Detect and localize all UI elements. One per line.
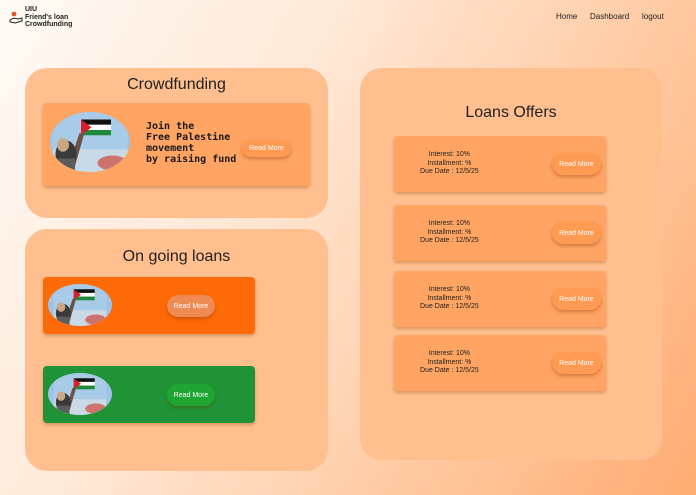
loan-image [48, 284, 112, 326]
loan-offer-card: Interest: 10% Installment: % Due Date : … [394, 205, 606, 261]
campaign-image [50, 112, 130, 172]
offer-interest: Interest: 10% [428, 286, 470, 293]
ongoing-loan-read-more-button[interactable]: Read More [167, 295, 215, 317]
crowdfunding-read-more-button[interactable]: Read More [242, 140, 291, 157]
offer-interest: Interest: 10% [428, 350, 470, 357]
logo-hand-icon [9, 11, 23, 24]
loan-offers-title: Loans Offers [465, 104, 557, 121]
offer-interest: Interest: 10% [428, 151, 470, 158]
ongoing-loans-title: On going loans [122, 248, 231, 265]
loan-offers-panel: Loans Offers Interest: 10% Installment: … [360, 68, 662, 460]
brand-line-3: Crowdfunding [25, 21, 73, 28]
headline-line-2: Free Palestine [146, 132, 231, 143]
loan-offer-details: Interest: 10% Installment: % Due Date : … [420, 286, 479, 312]
crowdfunding-panel: Crowdfunding Join the Free Palestine mov… [25, 68, 328, 218]
brand-name: UIU Friend's loan Crowdfunding [25, 6, 72, 29]
headline-line-3: movement [146, 143, 195, 154]
loan-offer-card: Interest: 10% Installment: % Due Date : … [394, 335, 606, 391]
brand-line-1: UIU [25, 6, 38, 13]
flag-photo-image [48, 284, 112, 326]
loan-offer-read-more-button[interactable]: Read More [552, 222, 601, 244]
nav-dashboard[interactable]: Dashboard [590, 12, 629, 21]
loan-offer-card: Interest: 10% Installment: % Due Date : … [394, 271, 606, 327]
loan-offer-details: Interest: 10% Installment: % Due Date : … [420, 350, 479, 376]
offer-installment: Installment: % [427, 294, 472, 302]
loan-offer-read-more-button[interactable]: Read More [552, 153, 601, 175]
offer-installment: Installment: % [427, 358, 472, 366]
flag-photo-image [50, 112, 130, 172]
headline-line-1: Join the [146, 121, 195, 132]
loan-offer-details: Interest: 10% Installment: % Due Date : … [420, 151, 479, 177]
flag-photo-image [48, 373, 112, 415]
offer-interest: Interest: 10% [428, 220, 470, 227]
ongoing-loan-card: Read More [43, 366, 255, 423]
loan-offer-read-more-button[interactable]: Read More [552, 352, 601, 374]
offer-installment: Installment: % [427, 228, 472, 236]
loan-offer-read-more-button[interactable]: Read More [552, 288, 601, 310]
nav-home[interactable]: Home [556, 12, 577, 21]
loan-offer-details: Interest: 10% Installment: % Due Date : … [420, 220, 479, 246]
loan-offer-card: Interest: 10% Installment: % Due Date : … [394, 136, 606, 192]
brand-logo[interactable]: UIU Friend's loan Crowdfunding [8, 3, 78, 29]
campaign-headline: Join the Free Palestine movement by rais… [146, 121, 236, 165]
offer-installment: Installment: % [427, 159, 472, 167]
offer-due-date: Due Date : 12/5/25 [420, 303, 479, 310]
crowdfunding-card: Join the Free Palestine movement by rais… [43, 103, 310, 186]
crowdfunding-title: Crowdfunding [127, 76, 226, 93]
headline-line-4: by raising fund [146, 154, 237, 165]
offer-due-date: Due Date : 12/5/25 [420, 168, 479, 175]
ongoing-loan-read-more-button[interactable]: Read More [167, 384, 215, 406]
offer-due-date: Due Date : 12/5/25 [420, 237, 479, 244]
loan-image [48, 373, 112, 415]
ongoing-loans-panel: On going loans Read More Read More [25, 229, 328, 471]
brand-line-2: Friend's loan [25, 13, 69, 21]
ongoing-loan-card: Read More [43, 277, 255, 334]
offer-due-date: Due Date : 12/5/25 [420, 367, 479, 374]
nav-logout[interactable]: logout [642, 12, 664, 21]
